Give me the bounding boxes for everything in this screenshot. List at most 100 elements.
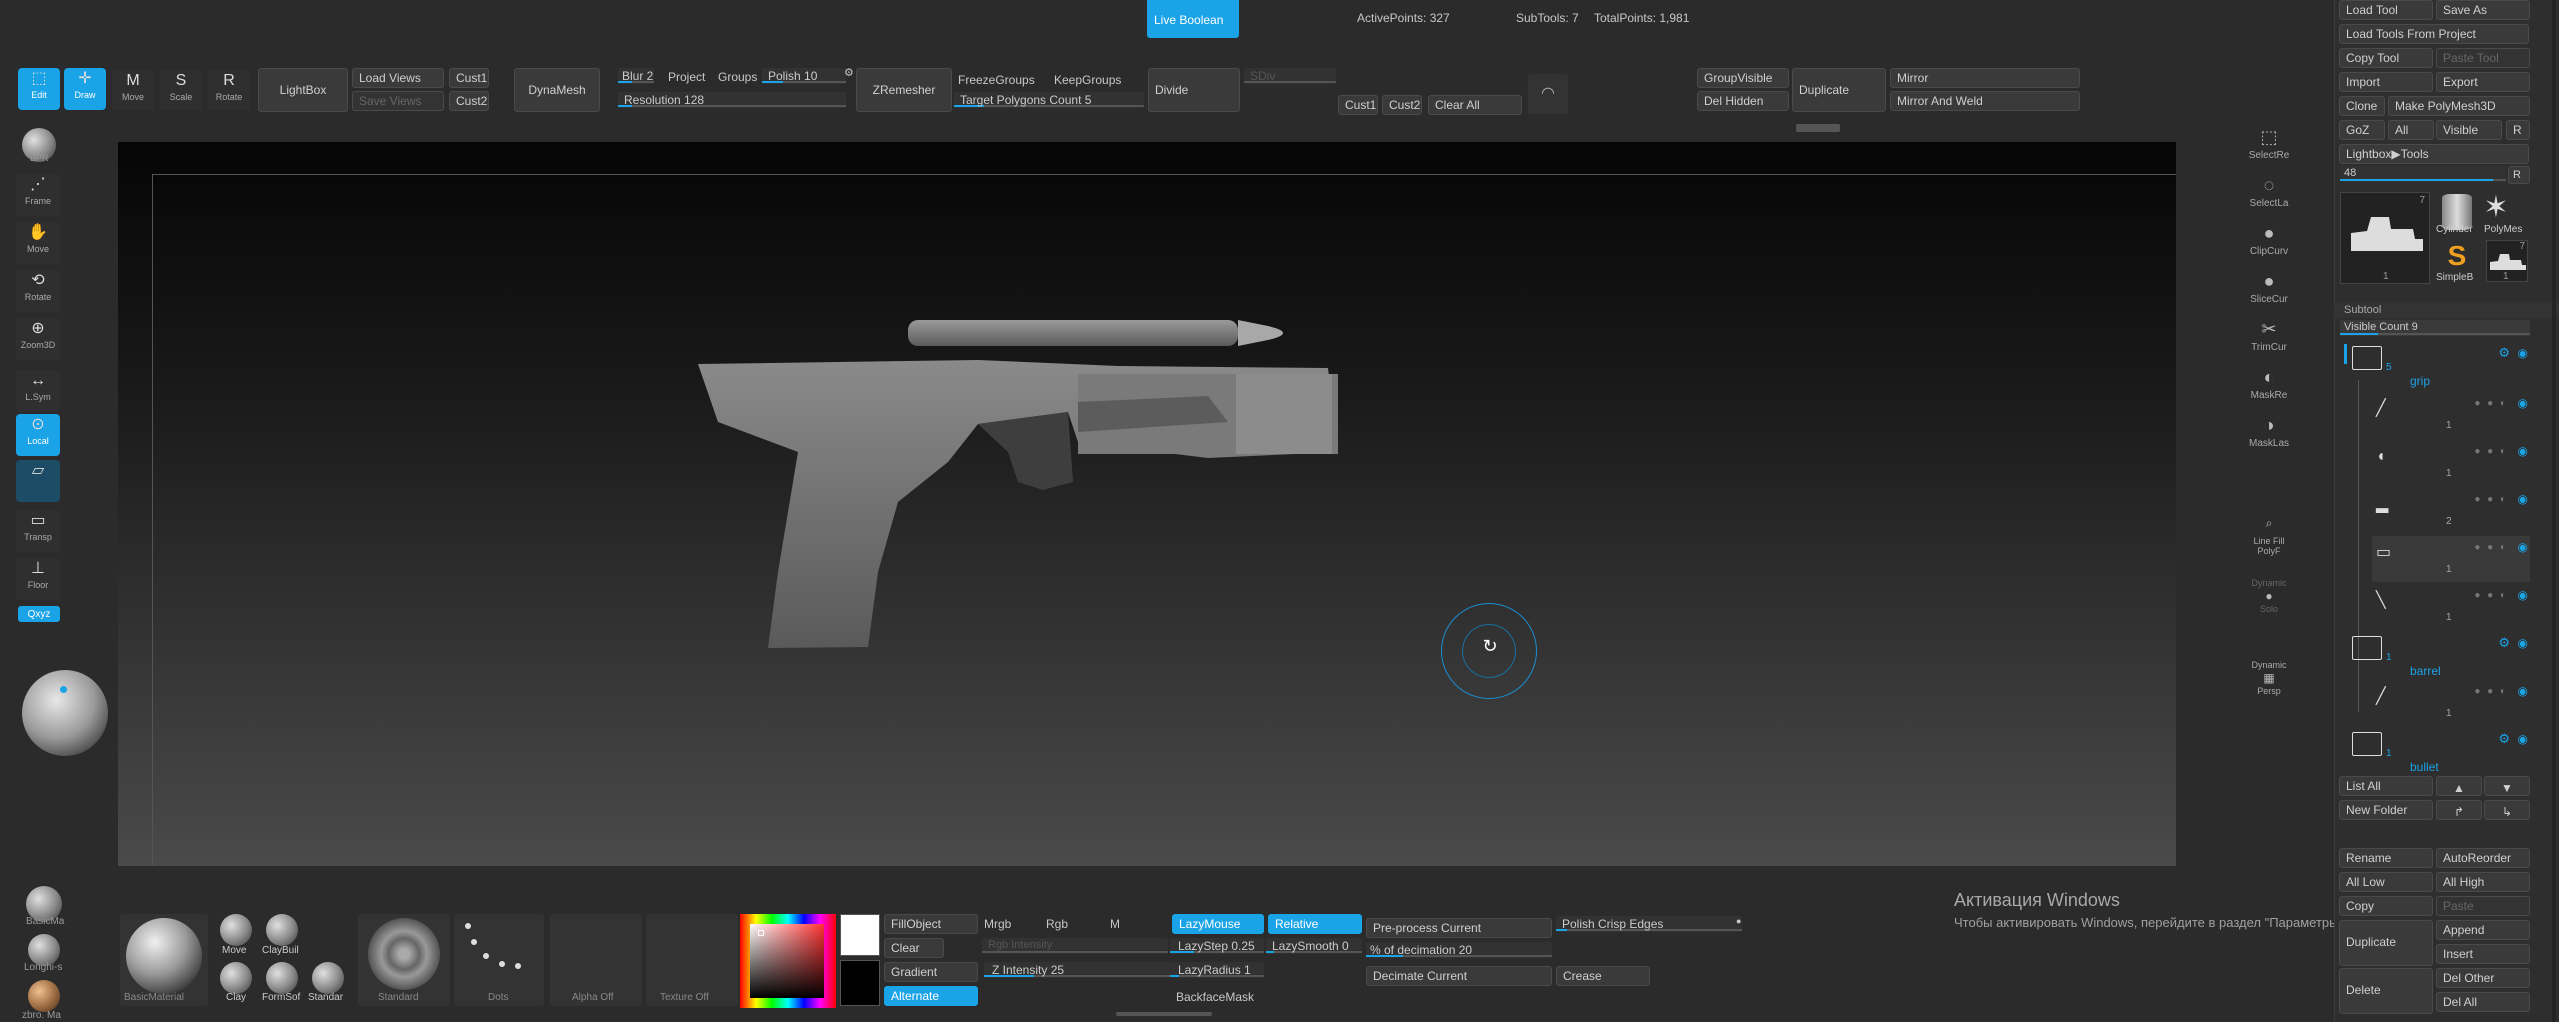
load-tool-button[interactable]: Load Tool: [2339, 0, 2433, 20]
folder-settings-icon[interactable]: ⚙: [2498, 635, 2510, 651]
move-brush-chip[interactable]: [220, 914, 252, 946]
backface-mask-toggle[interactable]: BackfaceMask: [1176, 990, 1254, 1004]
eye-icon[interactable]: ◉: [2518, 346, 2528, 360]
goz-all-button[interactable]: All: [2388, 120, 2434, 140]
clip-curve-tool[interactable]: ● ClipCurv: [2244, 220, 2294, 264]
share-up-button[interactable]: ↱: [2436, 800, 2482, 820]
m-toggle[interactable]: M: [1110, 917, 1120, 931]
qxyz-button[interactable]: Qxyz: [18, 606, 60, 622]
zremesher-button[interactable]: ZRemesher: [856, 68, 952, 112]
subtool-folder-name[interactable]: barrel: [2410, 664, 2441, 678]
persp-tool[interactable]: Dynamic ▦ Persp: [2244, 660, 2294, 706]
relative-button[interactable]: Relative: [1268, 914, 1362, 934]
subtool-row[interactable]: ▭ 1 ◉ ● ● ◐: [2372, 536, 2530, 582]
lazystep-slider[interactable]: LazyStep 0.25: [1170, 938, 1264, 954]
lightbox-tools-button[interactable]: Lightbox▶Tools: [2339, 144, 2529, 164]
polish-crisp-dot-icon[interactable]: ●: [1736, 916, 1741, 926]
all-low-button[interactable]: All Low: [2339, 872, 2433, 892]
goz-visible-button[interactable]: Visible: [2436, 120, 2502, 140]
frame-button[interactable]: ⋰ Frame: [16, 174, 60, 216]
copy-subtool-button[interactable]: Copy: [2339, 896, 2433, 916]
navigation-sphere[interactable]: [22, 670, 108, 756]
main-color-swatch[interactable]: [840, 914, 880, 956]
mirror-button[interactable]: Mirror: [1890, 68, 2080, 88]
cust2b-button[interactable]: Cust2: [1382, 95, 1422, 115]
gradient-button[interactable]: Gradient: [884, 962, 978, 982]
mask-rect-tool[interactable]: ◐ MaskRe: [2244, 364, 2294, 408]
simpleb-tool-icon[interactable]: S: [2442, 240, 2472, 272]
save-as-button[interactable]: Save As: [2436, 0, 2530, 20]
eye-icon[interactable]: ◉: [2518, 684, 2528, 698]
del-all-button[interactable]: Del All: [2436, 992, 2530, 1012]
secondary-tool-thumbnail[interactable]: 7 1: [2486, 240, 2528, 282]
color-picker[interactable]: [740, 914, 836, 1008]
local-button[interactable]: ⊙ Local: [16, 414, 60, 456]
insert-button[interactable]: Insert: [2436, 944, 2530, 964]
eye-icon[interactable]: ◉: [2518, 588, 2528, 602]
divide-button[interactable]: Divide: [1148, 68, 1240, 112]
clone-button[interactable]: Clone: [2339, 96, 2385, 116]
perspective-button[interactable]: ▱: [16, 460, 60, 502]
transp-button[interactable]: ▭ Transp: [16, 510, 60, 552]
horizontal-scroll-thumb[interactable]: [1796, 124, 1840, 132]
lazyradius-slider[interactable]: LazyRadius 1: [1170, 962, 1264, 978]
eye-icon[interactable]: ◉: [2518, 732, 2528, 746]
project-toggle[interactable]: Project: [668, 70, 705, 84]
subtool-toggles[interactable]: ● ● ◐: [2474, 494, 2508, 505]
share-down-button[interactable]: ↳: [2484, 800, 2530, 820]
del-hidden-button[interactable]: Del Hidden: [1697, 91, 1789, 111]
lazymouse-button[interactable]: LazyMouse: [1172, 914, 1264, 934]
eye-icon[interactable]: ◉: [2518, 444, 2528, 458]
claybuild-brush-chip[interactable]: [266, 914, 298, 946]
preprocess-button[interactable]: Pre-process Current: [1366, 918, 1552, 938]
dynamic-solo-tool[interactable]: Dynamic ● Solo: [2244, 578, 2294, 624]
alternate-button[interactable]: Alternate: [884, 986, 978, 1006]
cust1b-button[interactable]: Cust1: [1338, 95, 1378, 115]
subtool-row[interactable]: ◖ 1 ◉ ● ● ◐: [2372, 440, 2530, 486]
subtool-toggles[interactable]: ● ● ◐: [2474, 542, 2508, 553]
move-button[interactable]: M Move: [112, 70, 154, 110]
eye-icon[interactable]: ◉: [2518, 396, 2528, 410]
polish-crisp-slider[interactable]: Polish Crisp Edges: [1556, 916, 1742, 932]
subtool-folder-row[interactable]: 1 barrel ◉ ⚙: [2348, 632, 2530, 678]
z-intensity-slider[interactable]: Z Intensity 25: [984, 962, 1170, 978]
freezegroups-toggle[interactable]: FreezeGroups: [958, 73, 1035, 87]
goz-r-button[interactable]: R: [2506, 120, 2530, 140]
duplicate-subtool-button[interactable]: Duplicate: [2339, 920, 2433, 966]
subtool-row[interactable]: ╲ 1 ◉ ● ● ◐: [2372, 584, 2530, 630]
cust1-button[interactable]: Cust1: [449, 68, 489, 88]
copy-tool-button[interactable]: Copy Tool: [2339, 48, 2433, 68]
blur-slider[interactable]: Blur 2: [618, 68, 654, 84]
polish-slider[interactable]: Polish 10: [762, 68, 846, 84]
visible-count-slider[interactable]: Visible Count 9: [2340, 320, 2530, 336]
pct-decimation-slider[interactable]: % of decimation 20: [1366, 942, 1552, 958]
floor-button[interactable]: ⊥ Floor: [16, 558, 60, 600]
polish-settings-icon[interactable]: ⚙: [844, 66, 854, 79]
subtool-folder-row[interactable]: 1 bullet ◉ ⚙: [2348, 728, 2530, 774]
subtool-folder-name[interactable]: bullet: [2410, 760, 2439, 774]
new-folder-button[interactable]: New Folder: [2339, 800, 2433, 820]
move-down-button[interactable]: ▼: [2484, 776, 2530, 796]
sdiv-slider[interactable]: SDiv: [1244, 68, 1336, 84]
target-polygons-slider[interactable]: Target Polygons Count 5: [954, 92, 1144, 108]
paste-subtool-button[interactable]: Paste: [2436, 896, 2530, 916]
lazysmooth-slider[interactable]: LazySmooth 0: [1266, 938, 1362, 954]
autoreorder-button[interactable]: AutoReorder: [2436, 848, 2530, 868]
subtool-folder-name[interactable]: grip: [2410, 374, 2430, 388]
clear-color-button[interactable]: Clear: [884, 938, 944, 958]
load-from-project-button[interactable]: Load Tools From Project: [2339, 24, 2529, 44]
secondary-color-swatch[interactable]: [840, 960, 880, 1006]
subtool-toggles[interactable]: ● ● ◐: [2474, 590, 2508, 601]
subtool-row[interactable]: ╱ 1 ◉ ● ● ◐: [2372, 680, 2530, 726]
dynamesh-button[interactable]: DynaMesh: [514, 68, 600, 112]
eye-icon[interactable]: ◉: [2518, 492, 2528, 506]
crease-button[interactable]: Crease: [1556, 966, 1650, 986]
list-all-button[interactable]: List All: [2339, 776, 2433, 796]
import-button[interactable]: Import: [2339, 72, 2433, 92]
zoom3d-button[interactable]: ⊕ Zoom3D: [16, 318, 60, 360]
live-boolean-button[interactable]: Live Boolean: [1147, 0, 1239, 38]
keepgroups-toggle[interactable]: KeepGroups: [1054, 73, 1121, 87]
bottom-scroll-handle[interactable]: [1116, 1012, 1212, 1016]
eye-icon[interactable]: ◉: [2518, 636, 2528, 650]
load-views-button[interactable]: Load Views: [352, 68, 444, 88]
